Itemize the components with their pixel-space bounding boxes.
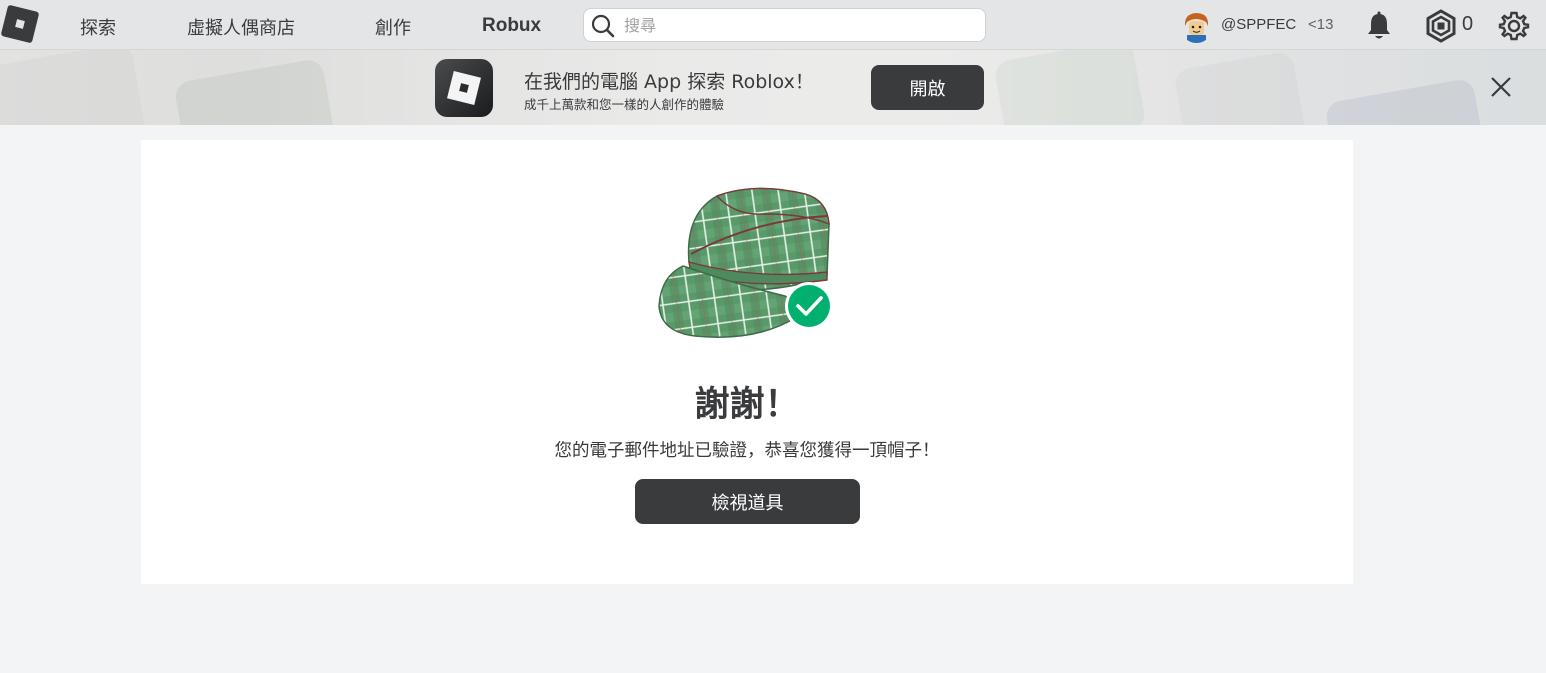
banner-title: 在我們的電腦 App 探索 Roblox！ [524, 71, 814, 93]
search-icon[interactable] [590, 13, 616, 39]
page-title: 謝謝！ [694, 385, 800, 425]
nav-link-create[interactable]: 創作 [375, 14, 411, 40]
banner-subtitle: 成千上萬款和您一樣的人創作的體驗 [524, 97, 725, 112]
username-label[interactable]: @SPPFEC [1221, 16, 1296, 33]
nav-link-avatar-shop[interactable]: 虛擬人偶商店 [187, 14, 295, 40]
robux-balance[interactable]: 0 [1462, 13, 1473, 36]
close-icon[interactable] [1488, 74, 1514, 100]
nav-link-robux[interactable]: Robux [482, 15, 541, 37]
search-box [583, 8, 986, 42]
plaid-cap-icon [658, 187, 833, 338]
top-navigation: 探索 虛擬人偶商店 創作 Robux @SPPFEC <13 0 [0, 0, 1546, 50]
robux-icon[interactable] [1424, 9, 1458, 43]
nav-link-discover[interactable]: 探索 [80, 14, 116, 40]
view-item-button[interactable]: 檢視道具 [635, 479, 860, 524]
desktop-app-banner: 在我們的電腦 App 探索 Roblox！ 成千上萬款和您一樣的人創作的體驗 開… [0, 50, 1546, 125]
avatar[interactable] [1180, 10, 1213, 43]
verification-success-card: 謝謝！ 您的電子郵件地址已驗證，恭喜您獲得一頂帽子！ 檢視道具 [141, 140, 1353, 584]
avatar-image-icon [1180, 10, 1213, 43]
search-input[interactable] [624, 12, 974, 38]
roblox-app-icon [435, 59, 493, 117]
age-badge: <13 [1308, 16, 1334, 33]
bell-icon[interactable] [1365, 11, 1393, 41]
success-message: 您的電子郵件地址已驗證，恭喜您獲得一頂帽子！ [554, 441, 940, 461]
roblox-logo-icon[interactable] [0, 4, 40, 44]
open-app-button[interactable]: 開啟 [871, 65, 984, 110]
gear-icon[interactable] [1498, 10, 1530, 42]
